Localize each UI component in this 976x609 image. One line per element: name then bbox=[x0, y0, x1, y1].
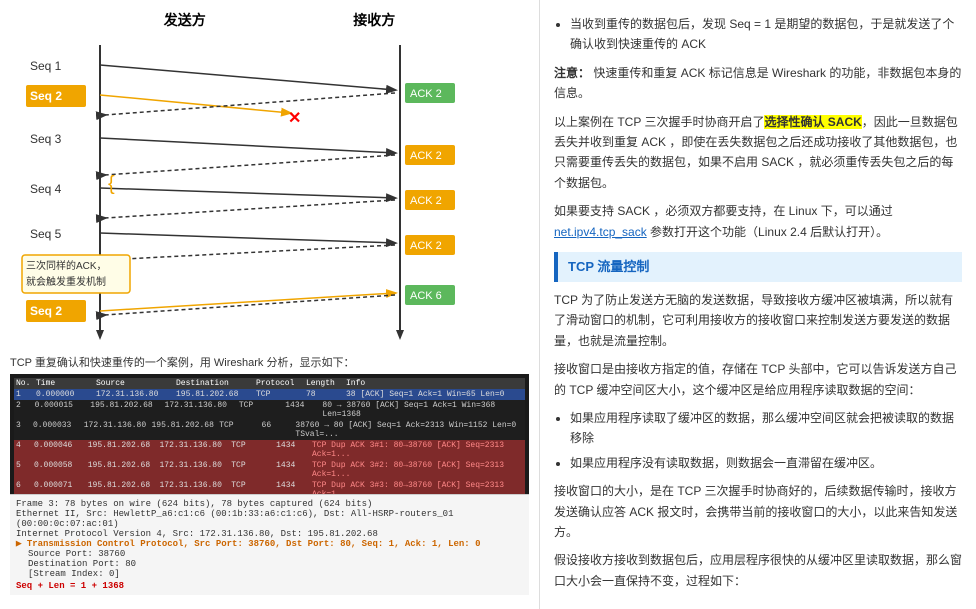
svg-text:ACK 6: ACK 6 bbox=[410, 290, 442, 302]
para3-suffix: 参数打开这个功能（Linux 2.4 后默认打开）。 bbox=[647, 225, 888, 239]
svg-text:三次同样的ACK，: 三次同样的ACK， bbox=[26, 259, 107, 272]
svg-text:Seq 3: Seq 3 bbox=[30, 132, 62, 146]
para3-prefix: 如果要支持 SACK ，必须双方都要支持，在 Linux 下，可以通过 bbox=[554, 204, 893, 218]
top-bullets: 当收到重传的数据包后，发现 Seq = 1 是期望的数据包，于是就发送了个确认收… bbox=[570, 14, 962, 55]
svg-text:ACK 2: ACK 2 bbox=[410, 240, 442, 252]
capture-section: TCP 重复确认和快速重传的一个案例，用 Wireshark 分析，显示如下： … bbox=[10, 354, 529, 595]
sender-label: 发送方 bbox=[164, 10, 206, 30]
svg-text:ACK 2: ACK 2 bbox=[410, 195, 442, 207]
svg-text:Seq 2: Seq 2 bbox=[30, 89, 62, 103]
left-panel: 发送方 接收方 bbox=[0, 0, 540, 609]
note-label: 注意： bbox=[554, 66, 590, 80]
svg-text:ACK 2: ACK 2 bbox=[410, 88, 442, 100]
svg-text:✕: ✕ bbox=[288, 110, 301, 127]
capture-table: No.TimeSourceDestinationProtocolLengthIn… bbox=[10, 374, 529, 494]
receiver-label: 接收方 bbox=[353, 10, 395, 30]
para3: 如果要支持 SACK ，必须双方都要支持，在 Linux 下，可以通过 net.… bbox=[554, 201, 962, 242]
svg-text:就会触发重发机制: 就会触发重发机制 bbox=[26, 275, 106, 288]
section-bullets: 如果应用程序读取了缓冲区的数据，那么缓冲空间区就会把被读取的数据移除 如果应用程… bbox=[570, 408, 962, 473]
section-para3: 接收窗口的大小，是在 TCP 三次握手时协商好的，后续数据传输时，接收方发送确认… bbox=[554, 481, 962, 542]
capture-title: TCP 重复确认和快速重传的一个案例，用 Wireshark 分析，显示如下： bbox=[10, 354, 529, 370]
section-para2: 接收窗口是由接收方指定的值，存储在 TCP 头部中，它可以告诉发送方自己的 TC… bbox=[554, 359, 962, 400]
note-para: 注意： 快速重传和重复 ACK 标记信息是 Wireshark 的功能，非数据包… bbox=[554, 63, 962, 104]
top-bullet-1: 当收到重传的数据包后，发现 Seq = 1 是期望的数据包，于是就发送了个确认收… bbox=[570, 14, 962, 55]
sack-link[interactable]: net.ipv4.tcp_sack bbox=[554, 225, 647, 239]
svg-text:{: { bbox=[108, 173, 115, 195]
bullet1: 如果应用程序读取了缓冲区的数据，那么缓冲空间区就会把被读取的数据移除 bbox=[570, 408, 962, 449]
section-para1: TCP 为了防止发送方无脑的发送数据，导致接收方缓冲区被填满，所以就有了滑动窗口… bbox=[554, 290, 962, 351]
diagram-container: Seq 1 Seq 2 ✕ ACK 2 Seq 3 bbox=[20, 35, 520, 345]
svg-text:Seq 4: Seq 4 bbox=[30, 182, 62, 196]
diagram-svg: Seq 1 Seq 2 ✕ ACK 2 Seq 3 bbox=[20, 35, 520, 345]
diagram-header: 发送方 接收方 bbox=[10, 10, 529, 30]
section-header: TCP 流量控制 bbox=[554, 252, 962, 282]
svg-text:Seq 5: Seq 5 bbox=[30, 227, 62, 241]
svg-text:Seq 2: Seq 2 bbox=[30, 304, 62, 318]
para2: 以上案例在 TCP 三次握手时协商开启了选择性确认 SACK，因此一旦数据包丢失… bbox=[554, 112, 962, 194]
bullet2: 如果应用程序没有读取数据，则数据会一直滞留在缓冲区。 bbox=[570, 453, 962, 473]
para2-prefix: 以上案例在 TCP 三次握手时协商开启了 bbox=[554, 115, 764, 129]
capture-detail: Frame 3: 78 bytes on wire (624 bits), 78… bbox=[10, 494, 529, 595]
svg-text:Seq 1: Seq 1 bbox=[30, 59, 62, 73]
note-text: 快速重传和重复 ACK 标记信息是 Wireshark 的功能，非数据包本身的信… bbox=[554, 66, 961, 100]
right-panel: 当收到重传的数据包后，发现 Seq = 1 是期望的数据包，于是就发送了个确认收… bbox=[540, 0, 976, 609]
para2-highlight: 选择性确认 SACK bbox=[764, 115, 861, 129]
diagram-area: 发送方 接收方 bbox=[10, 10, 529, 350]
svg-text:ACK 2: ACK 2 bbox=[410, 150, 442, 162]
